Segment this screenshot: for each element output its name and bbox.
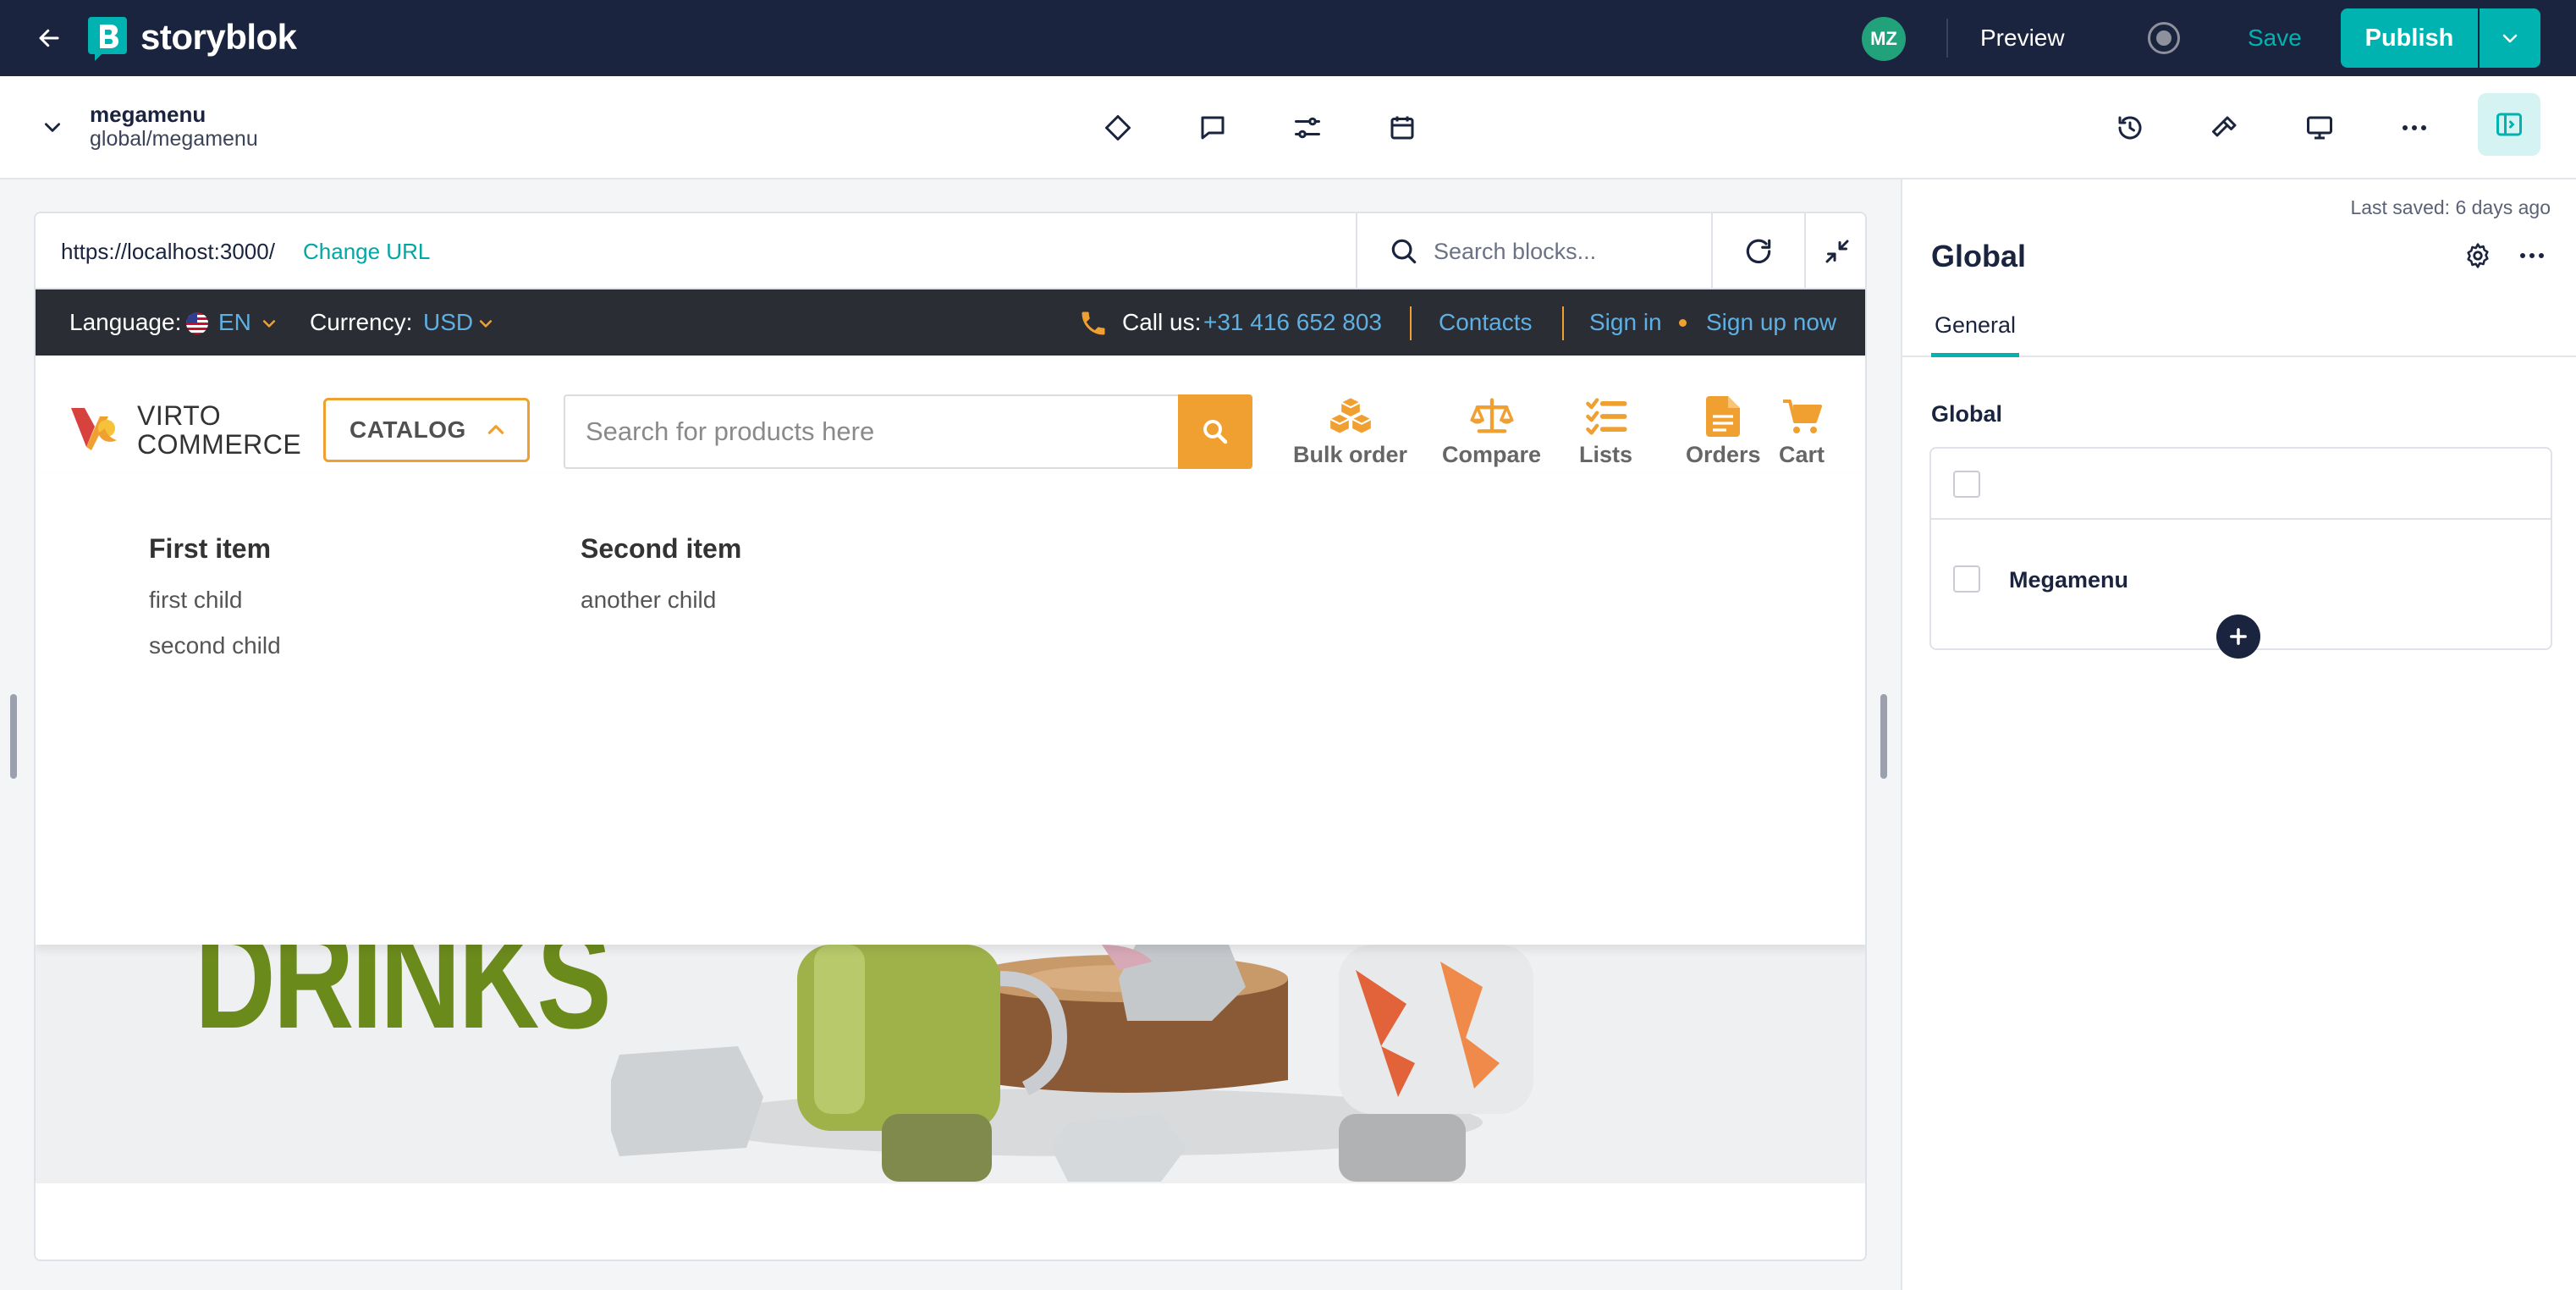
sliders-icon[interactable]: [1290, 110, 1325, 146]
currency-select[interactable]: USD: [423, 289, 473, 356]
comment-icon[interactable]: [1195, 110, 1230, 146]
plus-icon: [2230, 628, 2247, 645]
call-label: Call us:: [1122, 309, 1202, 335]
orders-button[interactable]: Orders: [1686, 396, 1761, 468]
more-icon[interactable]: [2513, 239, 2551, 273]
hero-banner: DRINKS: [36, 945, 1865, 1183]
sign-up-link[interactable]: Sign up now: [1706, 289, 1836, 356]
back-arrow-icon[interactable]: [32, 21, 66, 55]
site-header: VIRTO COMMERCE CATALOG Bulk order Compar…: [36, 356, 1865, 474]
avatar[interactable]: MZ: [1862, 17, 1906, 61]
sign-in-link[interactable]: Sign in: [1589, 289, 1662, 356]
chevron-up-icon: [487, 425, 504, 434]
add-block-button[interactable]: [2216, 615, 2260, 659]
document-icon: [1706, 396, 1741, 437]
record-icon[interactable]: [2148, 22, 2180, 54]
phone-icon: [1082, 311, 1105, 335]
gear-icon[interactable]: [2461, 239, 2495, 273]
block-item-megamenu[interactable]: Megamenu: [2009, 567, 2128, 593]
more-icon[interactable]: [2397, 110, 2432, 146]
chevron-down-icon: [479, 320, 493, 328]
megamenu-dropdown: First item first child second child Seco…: [36, 474, 1865, 945]
preview-frame: https://localhost:3000/ Change URL Langu…: [34, 212, 1867, 1261]
resize-handle-right[interactable]: [1880, 694, 1887, 779]
block-search: [1356, 213, 1711, 289]
publish-button[interactable]: Publish: [2341, 8, 2478, 68]
refresh-icon[interactable]: [1713, 213, 1804, 289]
divider: [1946, 19, 1948, 58]
collapse-icon[interactable]: [1806, 213, 1865, 289]
search-icon: [1388, 235, 1420, 267]
panel-tabs: General: [1902, 298, 2576, 357]
product-search: [564, 394, 1180, 469]
language-label: Language:: [69, 309, 182, 335]
last-saved-text: Last saved: 6 days ago: [2350, 196, 2551, 218]
storyblok-logo-icon: [88, 17, 127, 61]
search-icon: [1203, 420, 1228, 444]
banner-headline: DRINKS: [195, 945, 612, 1059]
megamenu-heading[interactable]: First item: [149, 533, 281, 565]
chevron-down-icon: [262, 320, 276, 328]
preview-button[interactable]: Preview: [1980, 19, 2065, 58]
hammer-icon[interactable]: [2207, 110, 2243, 146]
page-content: [36, 1183, 1865, 1260]
top-bar: storyblok MZ Preview Save Publish: [0, 0, 2576, 76]
currency-label: Currency:: [310, 309, 413, 335]
preview-url: https://localhost:3000/: [61, 239, 275, 264]
product-search-input[interactable]: [586, 408, 1161, 455]
phone-link[interactable]: +31 416 652 803: [1203, 289, 1382, 356]
catalog-button[interactable]: CATALOG: [323, 398, 530, 462]
chevron-down-icon: [2502, 34, 2518, 43]
drinks-image: [611, 945, 1533, 1182]
story-toolbar: megamenu global/megamenu: [0, 76, 2576, 179]
megamenu-link[interactable]: another child: [581, 587, 741, 614]
site-top-bar: Language: EN Currency: USD Call us: +31 …: [36, 289, 1865, 356]
calendar-icon[interactable]: [1384, 110, 1420, 146]
story-name: megamenu: [90, 102, 206, 127]
divider: [1562, 306, 1564, 340]
brand-name: storyblok: [140, 17, 297, 57]
sidebar-toggle-icon[interactable]: [2478, 93, 2540, 156]
cart-button[interactable]: Cart: [1779, 396, 1825, 468]
megamenu-column: Second item another child: [581, 533, 741, 632]
story-path: global/megamenu: [90, 127, 258, 151]
megamenu-link[interactable]: second child: [149, 632, 281, 659]
lists-button[interactable]: Lists: [1579, 396, 1632, 468]
panel-title: Global: [1931, 239, 2027, 273]
block-checkbox[interactable]: [1953, 565, 1980, 593]
publish-options-button[interactable]: [2480, 8, 2540, 68]
language-select[interactable]: EN: [218, 289, 251, 356]
virto-logo-text: VIRTO COMMERCE: [137, 400, 302, 460]
bulk-order-button[interactable]: Bulk order: [1293, 396, 1407, 468]
desktop-icon[interactable]: [2302, 110, 2337, 146]
change-url-link[interactable]: Change URL: [303, 213, 430, 289]
compare-button[interactable]: Compare: [1442, 396, 1541, 468]
chevron-down-icon[interactable]: [37, 112, 68, 142]
boxes-icon: [1329, 398, 1371, 433]
block-search-input[interactable]: [1434, 230, 1696, 273]
tab-general[interactable]: General: [1931, 298, 2019, 357]
diamond-icon[interactable]: [1100, 110, 1136, 146]
field-label: Global: [1931, 401, 2003, 427]
checklist-icon: [1585, 398, 1627, 435]
contacts-link[interactable]: Contacts: [1439, 289, 1533, 356]
separator-dot: [1679, 319, 1687, 327]
virto-logo-icon[interactable]: [69, 401, 125, 455]
divider: [1410, 306, 1412, 340]
us-flag-icon: [186, 312, 208, 334]
cart-icon: [1783, 400, 1822, 433]
megamenu-link[interactable]: first child: [149, 587, 281, 614]
save-button[interactable]: Save: [2248, 19, 2302, 58]
scales-icon: [1469, 398, 1514, 433]
history-icon[interactable]: [2112, 110, 2148, 146]
url-bar: https://localhost:3000/ Change URL: [36, 213, 1865, 289]
search-button[interactable]: [1178, 394, 1252, 469]
megamenu-heading[interactable]: Second item: [581, 533, 741, 565]
select-all-row: [1931, 449, 2551, 520]
select-all-checkbox[interactable]: [1953, 471, 1980, 498]
resize-handle-left[interactable]: [10, 694, 17, 779]
content-editor-panel: Last saved: 6 days ago Global General Gl…: [1901, 179, 2576, 1290]
megamenu-column: First item first child second child: [149, 533, 281, 678]
